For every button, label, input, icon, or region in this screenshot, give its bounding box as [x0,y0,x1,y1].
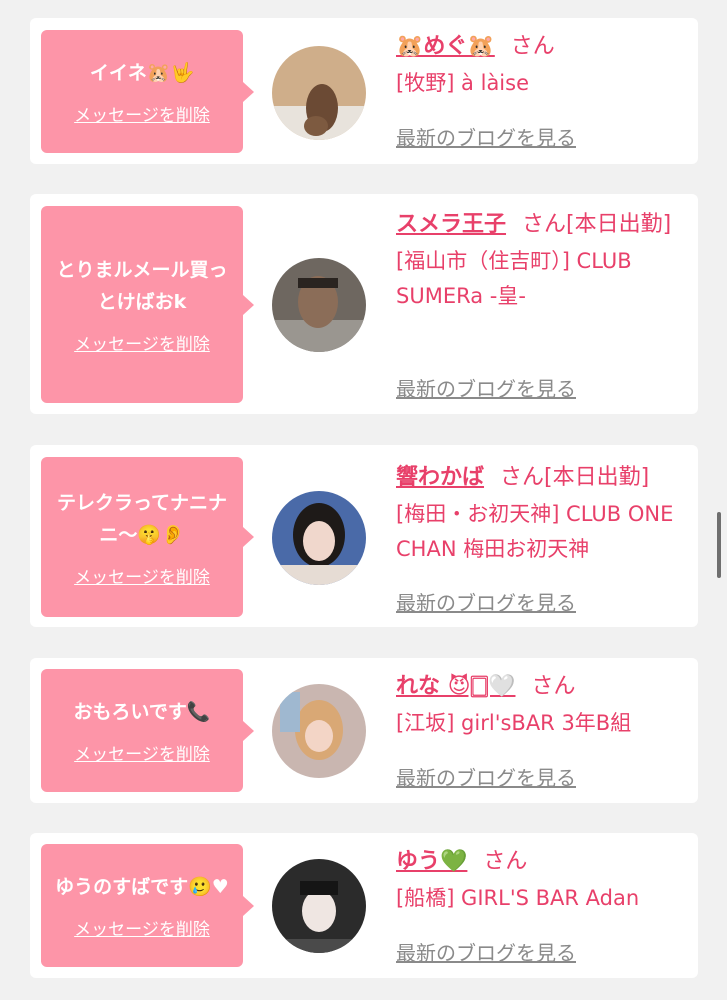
avatar[interactable] [272,258,366,352]
delete-message-link[interactable]: メッセージを削除 [74,330,210,355]
avatar[interactable] [272,491,366,585]
scrollbar[interactable] [717,512,721,578]
shop-info: [江坂] girl'sBAR 3年B組 [396,711,632,735]
latest-blog-link[interactable]: 最新のブログを見る [396,587,576,616]
message-card: とりまルメール買っとけばおk メッセージを削除 スメラ王子 さん[本日出勤] [福… [30,194,698,414]
message-bubble: おもろいです📞 メッセージを削除 [41,669,254,792]
message-text: ゆうのすばです🥲♥ [55,876,229,898]
cast-name-link[interactable]: 響わかば [396,465,484,490]
cast-name-link[interactable]: スメラ王子 [396,212,506,237]
honorific: さん [483,849,528,874]
message-card: イイネ🐹🤟 メッセージを削除 🐹めぐ🐹 さん [牧野] à làise 最新のブロ… [30,18,698,164]
cast-name-link[interactable]: 🐹めぐ🐹 [396,34,495,59]
cast-name-link[interactable]: れな 😈🀆🤍 [396,674,515,699]
avatar[interactable] [272,46,366,140]
message-text: おもろいです📞 [73,701,211,723]
honorific: さん[本日出勤] [500,465,650,490]
latest-blog-link[interactable]: 最新のブログを見る [396,373,576,402]
avatar[interactable] [272,859,366,953]
latest-blog-link[interactable]: 最新のブログを見る [396,937,576,966]
shop-info: [福山市（住吉町）] CLUB SUMERa -皇- [396,249,632,308]
latest-blog-link[interactable]: 最新のブログを見る [396,122,576,151]
honorific: さん[本日出勤] [522,212,672,237]
delete-message-link[interactable]: メッセージを削除 [74,740,210,765]
message-bubble: とりまルメール買っとけばおk メッセージを削除 [41,206,254,403]
message-text: テレクラってナニナニ〜🤫👂 [56,491,228,546]
honorific: さん [531,674,576,699]
avatar[interactable] [272,684,366,778]
message-text: とりまルメール買っとけばおk [56,259,228,313]
message-bubble: テレクラってナニナニ〜🤫👂 メッセージを削除 [41,457,254,617]
message-card: テレクラってナニナニ〜🤫👂 メッセージを削除 響わかば さん[本日出勤] [梅田・… [30,445,698,627]
message-bubble: イイネ🐹🤟 メッセージを削除 [41,30,254,153]
message-text: イイネ🐹🤟 [89,62,195,84]
honorific: さん [510,34,555,59]
shop-info: [牧野] à làise [396,71,530,95]
cast-name-link[interactable]: ゆう💚 [396,849,467,874]
latest-blog-link[interactable]: 最新のブログを見る [396,762,576,791]
message-bubble: ゆうのすばです🥲♥ メッセージを削除 [41,844,254,967]
shop-info: [梅田・お初天神] CLUB ONE CHAN 梅田お初天神 [396,502,674,561]
message-card: ゆうのすばです🥲♥ メッセージを削除 ゆう💚 さん [船橋] GIRL'S BAR… [30,833,698,978]
shop-info: [船橋] GIRL'S BAR Adan [396,886,640,910]
delete-message-link[interactable]: メッセージを削除 [74,563,210,588]
message-card: おもろいです📞 メッセージを削除 れな 😈🀆🤍 さん [江坂] girl'sBAR… [30,658,698,803]
delete-message-link[interactable]: メッセージを削除 [74,101,210,126]
delete-message-link[interactable]: メッセージを削除 [74,915,210,940]
